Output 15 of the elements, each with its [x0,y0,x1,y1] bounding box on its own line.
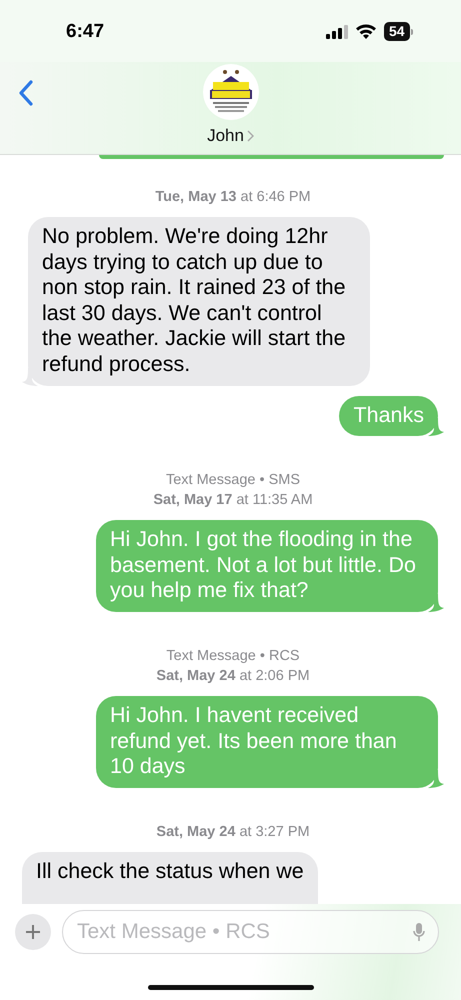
message-bubble: Hi John. I got the flooding in the basement. Not a lot but little. Do you help me fix that? [96,520,438,612]
message-timestamp: Sat, May 17 at 11:35 AM [153,491,313,510]
message-bubble: Ill check the status when we [22,852,318,904]
message-timestamp: Sat, May 24 at 3:27 PM [156,822,310,842]
message-bubble: No problem. We're doing 12hr days trying to catch up due to non stop rain. It rained 23 of the last 30 days. We can't control the weather. Jackie will start the refund process. [28,217,370,386]
contact-name[interactable]: John [207,126,254,146]
message-timestamp: Sat, May 24 at 2:06 PM [156,666,310,686]
message-timestamp: Tue, May 13 at 6:46 PM [155,188,311,207]
message-bubble: Hi John. I havent received refund yet. Its been more than 10 days [96,696,438,788]
service-label: Text Message • SMS [166,471,300,490]
message-field[interactable]: Text Message • RCS [62,910,439,954]
service-label: Text Message • RCS [166,646,300,666]
clock-time: 6:47 [66,21,104,43]
message-bubble: Thanks [339,396,438,436]
battery-level: 54 [384,22,410,41]
